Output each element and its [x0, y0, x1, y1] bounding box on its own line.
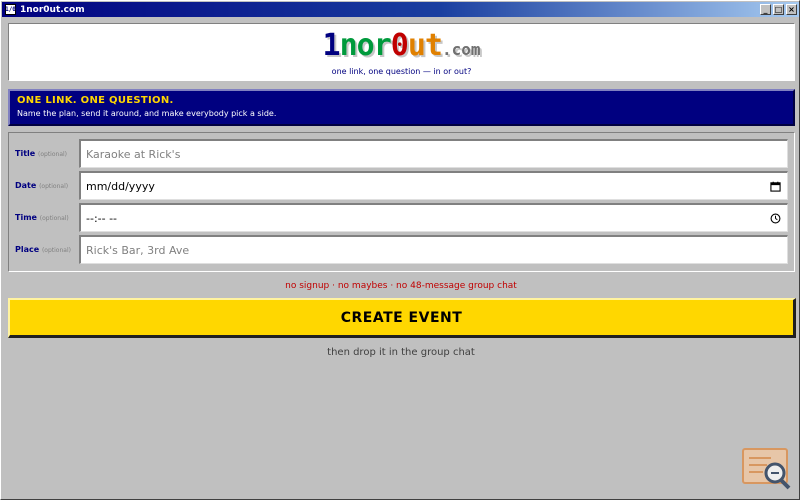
- form-row-place: Place (optional) Rick's Bar, 3rd Ave: [9, 235, 794, 264]
- intro-banner: ONE LINK. ONE QUESTION. Name the plan, s…: [8, 89, 795, 126]
- title-input[interactable]: Karaoke at Rick's: [79, 139, 788, 168]
- form-row-date: Date (optional) mm/dd/yyyy: [9, 171, 794, 200]
- create-event-button[interactable]: CREATE EVENT: [8, 298, 796, 338]
- form-row-time: Time (optional) --:-- --: [9, 203, 794, 232]
- app-icon[interactable]: 1/0: [5, 4, 16, 15]
- window-controls: _ □ ×: [760, 4, 797, 15]
- event-form: Title (optional) Karaoke at Rick's Date …: [8, 132, 795, 272]
- logo-part-com: .com: [441, 40, 481, 59]
- time-input[interactable]: --:-- --: [79, 203, 788, 232]
- date-input[interactable]: mm/dd/yyyy: [79, 171, 788, 200]
- hint-text: then drop it in the group chat: [327, 347, 475, 358]
- logo-panel: 1nor0ut.com one link, one question — in …: [8, 23, 795, 81]
- close-button[interactable]: ×: [786, 4, 797, 15]
- date-label-text: Date: [15, 181, 37, 190]
- title-placeholder: Karaoke at Rick's: [86, 147, 181, 161]
- time-label-text: Time: [15, 213, 37, 222]
- title-label: Title (optional): [9, 149, 79, 158]
- banner-title: ONE LINK. ONE QUESTION.: [17, 95, 174, 106]
- window-title: 1nor0ut.com: [20, 4, 85, 15]
- maximize-button[interactable]: □: [773, 4, 784, 15]
- title-label-text: Title: [15, 149, 36, 158]
- site-logo[interactable]: 1nor0ut.com: [9, 30, 794, 66]
- search-document-icon[interactable]: [741, 447, 793, 491]
- app-window: 1/0 1nor0ut.com _ □ × 1nor0ut.com one li…: [0, 0, 800, 500]
- date-optional-note: (optional): [39, 183, 69, 190]
- title-optional-note: (optional): [38, 151, 67, 158]
- minimize-button[interactable]: _: [760, 4, 771, 15]
- time-value: --:-- --: [86, 211, 118, 225]
- place-input[interactable]: Rick's Bar, 3rd Ave: [79, 235, 788, 264]
- date-label: Date (optional): [9, 181, 79, 190]
- tagline: one link, one question — in or out?: [331, 67, 472, 76]
- logo-part-ut: ut: [407, 28, 443, 63]
- app-icon-glyph: 1/0: [5, 6, 16, 13]
- logo-part-nor: nor: [339, 28, 392, 63]
- time-label: Time (optional): [9, 213, 79, 222]
- date-value: mm/dd/yyyy: [86, 179, 155, 193]
- logo-part-0: 0: [390, 28, 409, 63]
- place-label-text: Place: [15, 245, 40, 254]
- slogan-text: no signup · no maybes · no 48-message gr…: [285, 281, 517, 291]
- calendar-icon[interactable]: [770, 181, 781, 192]
- form-row-title: Title (optional) Karaoke at Rick's: [9, 139, 794, 168]
- clock-icon[interactable]: [770, 213, 781, 224]
- time-optional-note: (optional): [39, 215, 69, 222]
- title-bar[interactable]: 1/0 1nor0ut.com _ □ ×: [2, 2, 799, 17]
- place-optional-note: (optional): [41, 247, 71, 254]
- logo-part-1: 1: [322, 28, 341, 63]
- banner-subtitle: Name the plan, send it around, and make …: [17, 109, 277, 118]
- place-label: Place (optional): [9, 245, 79, 254]
- place-placeholder: Rick's Bar, 3rd Ave: [86, 243, 190, 257]
